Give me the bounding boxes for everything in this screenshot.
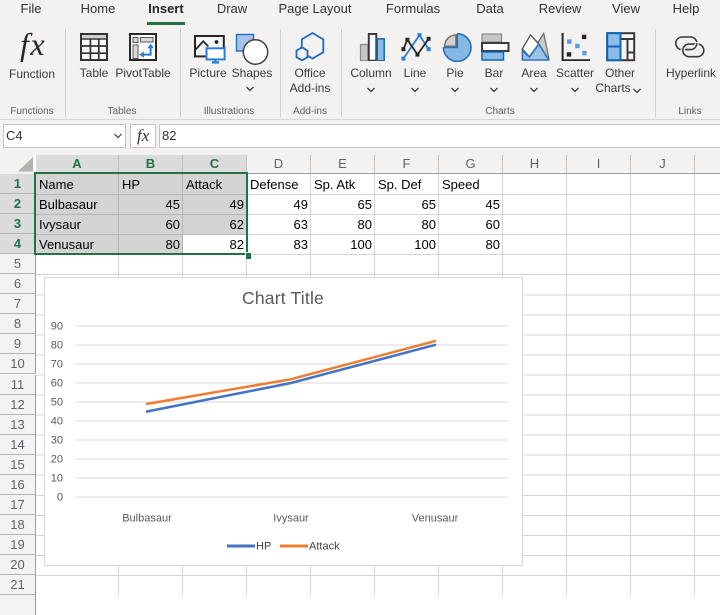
svg-text:Venusaur: Venusaur	[412, 513, 459, 525]
svg-text:HP: HP	[256, 541, 271, 553]
svg-text:0: 0	[57, 492, 63, 504]
svg-text:Ivysaur: Ivysaur	[273, 513, 309, 525]
svg-text:20: 20	[51, 454, 63, 466]
svg-text:Bulbasaur: Bulbasaur	[122, 513, 172, 525]
svg-text:70: 70	[51, 359, 63, 371]
svg-text:40: 40	[51, 416, 63, 428]
svg-text:90: 90	[51, 320, 63, 332]
svg-text:60: 60	[51, 378, 63, 390]
svg-text:Attack: Attack	[309, 541, 340, 553]
svg-text:10: 10	[51, 473, 63, 485]
svg-text:80: 80	[51, 339, 63, 351]
svg-text:Chart Title: Chart Title	[242, 288, 324, 308]
svg-text:50: 50	[51, 397, 63, 409]
svg-text:30: 30	[51, 435, 63, 447]
